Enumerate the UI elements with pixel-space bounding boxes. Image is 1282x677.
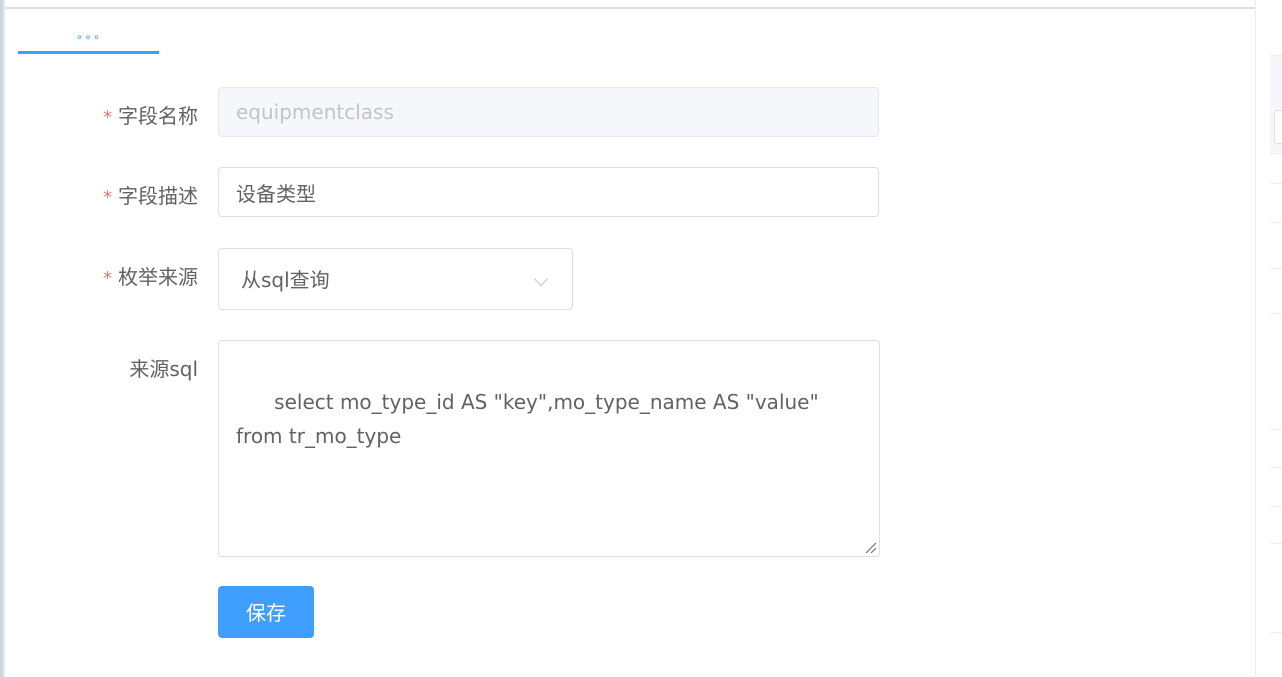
field-description-label: * 字段描述 [18, 180, 198, 209]
enum-source-label: * 枚举来源 [18, 261, 198, 290]
background-row-divider [1270, 313, 1282, 314]
source-sql-label: 来源sql [129, 357, 198, 381]
tab-active[interactable]: ∘∘∘ [18, 22, 159, 54]
required-mark: * [103, 187, 112, 208]
form-row-enum-source: * 枚举来源 从sql查询 [0, 248, 900, 310]
background-input-fragment [1274, 110, 1282, 144]
tab-label: ∘∘∘ [75, 30, 102, 44]
background-row-divider [1270, 467, 1282, 468]
panel-top-border [5, 7, 1255, 9]
background-row-divider [1270, 543, 1282, 544]
form-row-field-name: * 字段名称 [0, 87, 900, 139]
resize-handle-icon[interactable] [863, 540, 877, 554]
background-row-divider [1270, 506, 1282, 507]
enum-source-select[interactable]: 从sql查询 [218, 248, 573, 310]
enum-source-label-text: 枚举来源 [118, 265, 198, 289]
field-name-label: * 字段名称 [18, 100, 198, 129]
chevron-down-icon[interactable] [533, 271, 549, 287]
background-row-divider [1270, 268, 1282, 269]
required-mark: * [103, 268, 112, 289]
required-mark: * [103, 107, 112, 128]
field-name-input[interactable] [218, 87, 879, 137]
form-row-source-sql: 来源sql select mo_type_id AS "key",mo_type… [0, 340, 900, 558]
background-row-divider [1270, 222, 1282, 223]
field-name-label-text: 字段名称 [118, 104, 198, 128]
background-table-fragment [1255, 0, 1282, 677]
save-button[interactable]: 保存 [218, 586, 314, 638]
tab-active-indicator [18, 51, 159, 54]
field-description-input[interactable] [218, 167, 879, 217]
source-sql-textarea[interactable]: select mo_type_id AS "key",mo_type_name … [218, 340, 880, 557]
background-row-divider [1270, 183, 1282, 184]
source-sql-text: select mo_type_id AS "key",mo_type_name … [236, 390, 819, 448]
background-row-divider [1270, 632, 1282, 633]
page: ∘∘∘ * 字段名称 * 字段描述 * 枚举来源 从sql查询 来源sql selec… [0, 0, 1282, 677]
field-description-label-text: 字段描述 [118, 184, 198, 208]
background-row-divider [1270, 429, 1282, 430]
form-row-field-description: * 字段描述 [0, 167, 900, 219]
enum-source-selected-value: 从sql查询 [241, 268, 330, 292]
